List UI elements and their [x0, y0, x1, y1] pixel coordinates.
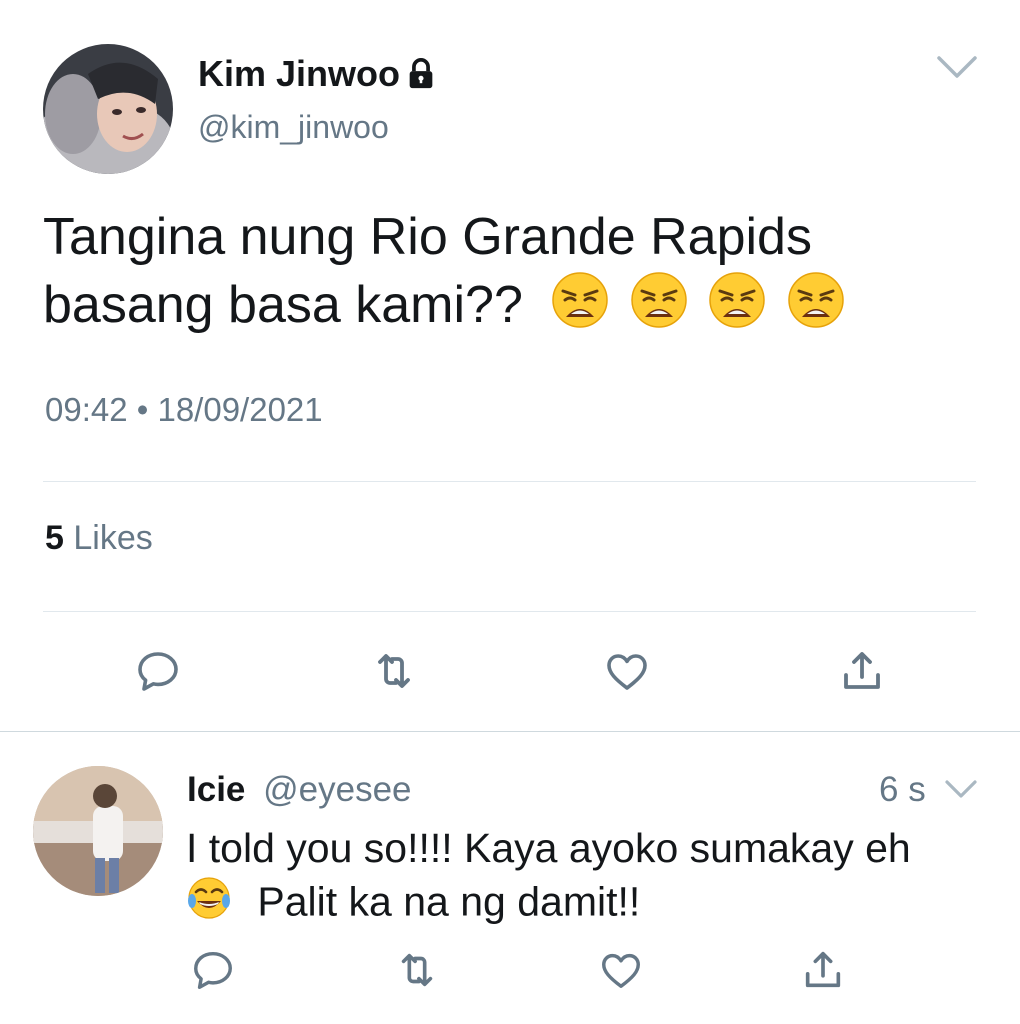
weary-face-emoji	[630, 271, 688, 346]
share-icon	[844, 652, 880, 689]
likes-count[interactable]: 5 Likes	[45, 519, 153, 558]
retweet-button[interactable]	[369, 647, 419, 700]
reply-time: 6 s	[879, 770, 926, 809]
reply-header: Icie @eyesee	[187, 770, 987, 810]
reply-icon	[194, 951, 232, 989]
likes-label: Likes	[73, 519, 153, 557]
reply-text-line: I told you so!!!! Kaya ayoko sumakay eh	[186, 825, 911, 871]
lock-icon	[404, 57, 438, 91]
reply-retweet-button[interactable]	[393, 947, 441, 998]
chevron-down-icon[interactable]	[944, 778, 978, 805]
author-name[interactable]: Kim Jinwoo	[198, 53, 400, 95]
reply-text: I told you so!!!! Kaya ayoko sumakay eh …	[186, 822, 986, 934]
likes-number: 5	[45, 519, 64, 557]
heart-icon	[607, 654, 647, 690]
like-button[interactable]	[603, 647, 651, 700]
weary-face-emoji	[551, 271, 609, 346]
retweet-icon	[401, 953, 433, 987]
tears-of-joy-emoji	[186, 875, 232, 934]
weary-face-emoji	[787, 271, 845, 346]
divider	[43, 611, 976, 612]
tweet-text: Tangina nung Rio Grande Rapids basang ba…	[43, 203, 973, 346]
weary-face-emoji	[708, 271, 766, 346]
reply-icon	[138, 652, 178, 691]
reply-text-line: Palit ka na ng damit!!	[186, 875, 986, 934]
reply-button[interactable]	[134, 647, 182, 700]
divider	[0, 731, 1020, 732]
reply-share-button[interactable]	[800, 947, 846, 998]
tweet-text-line: basang basa kami??	[43, 271, 973, 346]
chevron-down-icon[interactable]	[936, 54, 978, 85]
author-avatar[interactable]	[43, 44, 173, 174]
tweet-text-line: Tangina nung Rio Grande Rapids	[43, 208, 812, 266]
reply-author-avatar[interactable]	[33, 766, 163, 896]
tweet-text-fragment: basang basa kami??	[43, 276, 523, 335]
reply-like-button[interactable]	[598, 947, 644, 998]
reply-author-name[interactable]: Icie	[187, 770, 245, 809]
retweet-icon	[378, 654, 410, 688]
divider	[43, 481, 976, 482]
author-name-row[interactable]: Kim Jinwoo	[198, 53, 438, 95]
reply-reply-button[interactable]	[190, 947, 236, 998]
tweet-timestamp[interactable]: 09:42 • 18/09/2021	[45, 391, 323, 429]
reply-author-handle[interactable]: @eyesee	[263, 770, 411, 809]
heart-icon	[602, 953, 640, 989]
share-button[interactable]	[838, 647, 886, 700]
author-handle[interactable]: @kim_jinwoo	[198, 109, 389, 146]
reply-text-fragment: Palit ka na ng damit!!	[257, 878, 641, 925]
share-icon	[805, 951, 841, 988]
